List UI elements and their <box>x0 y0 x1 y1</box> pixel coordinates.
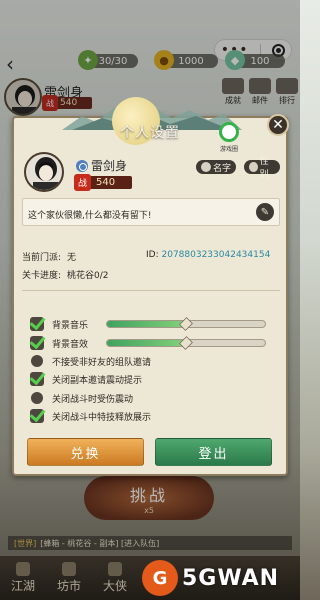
skill-display-checkbox[interactable] <box>30 409 44 423</box>
skill-display-label: 关闭战斗中特技释放展示 <box>52 412 152 423</box>
player-power-value: 540 <box>96 177 116 188</box>
sect-value: 无 <box>67 253 77 263</box>
hit-vibration-label: 关闭战斗时受伤震动 <box>52 394 134 405</box>
option-sfx[interactable]: 背景音效 <box>30 335 88 351</box>
sect-label: 当前门派: <box>22 253 62 263</box>
section-divider <box>22 290 280 291</box>
dungeon-invite-vibration-label: 关闭副本邀请震动提示 <box>52 375 143 386</box>
sect-info: 当前门派: 无 <box>22 250 76 263</box>
id-label: ID: <box>146 250 159 260</box>
reject-team-invites-label: 不接受非好友的组队邀请 <box>52 357 152 368</box>
bgm-volume-fill <box>107 321 186 327</box>
game-circle-button[interactable]: 游戏圈 <box>216 122 242 158</box>
player-power: 战 540 <box>74 174 132 191</box>
gender-label: 性别 <box>259 157 269 180</box>
player-name-row: 雷剑身 <box>76 157 127 174</box>
bgm-checkbox[interactable] <box>30 317 44 331</box>
game-circle-label: 游戏圈 <box>219 146 238 153</box>
player-name: 雷剑身 <box>91 159 128 173</box>
game-circle-icon <box>219 122 239 142</box>
option-skill-display[interactable]: 关闭战斗中特技释放展示 <box>30 408 151 424</box>
redeem-button[interactable]: 兑换 <box>27 438 144 466</box>
stage-label: 关卡进度: <box>22 271 62 281</box>
sfx-checkbox[interactable] <box>30 336 44 350</box>
bgm-label: 背景音乐 <box>52 320 89 331</box>
5gwan-logo-icon: G <box>142 560 178 596</box>
5gwan-watermark: G 5GWAN <box>142 556 300 600</box>
edit-pencil-icon[interactable]: ✎ <box>256 203 274 221</box>
option-reject-team-invites[interactable]: 不接受非好友的组队邀请 <box>30 353 151 369</box>
sfx-volume-slider[interactable] <box>106 336 266 350</box>
hit-vibration-toggle[interactable] <box>31 392 43 404</box>
rename-button[interactable]: 名字 <box>196 160 236 174</box>
rename-label: 名字 <box>213 163 232 174</box>
male-gender-icon <box>76 159 88 172</box>
signature-text: 这个家伙很懒,什么都没有留下! <box>28 211 152 221</box>
sfx-volume-fill <box>107 340 186 346</box>
id-value[interactable]: 2078803233042434154 <box>162 250 271 260</box>
stage-value: 桃花谷0/2 <box>67 271 109 281</box>
power-badge: 战 <box>74 174 91 191</box>
watermark-text: 5GWAN <box>182 565 280 591</box>
gender-button[interactable]: 性别 <box>244 157 280 180</box>
gender-swap-icon <box>249 162 258 172</box>
player-avatar[interactable] <box>24 152 64 192</box>
option-dungeon-invite-vibration[interactable]: 关闭副本邀请震动提示 <box>30 371 142 387</box>
rename-icon <box>201 162 211 172</box>
option-bgm[interactable]: 背景音乐 <box>30 316 88 332</box>
panel-title: 个人设置 <box>120 125 180 141</box>
option-hit-vibration[interactable]: 关闭战斗时受伤震动 <box>30 390 133 406</box>
logout-button[interactable]: 登出 <box>155 438 272 466</box>
sfx-label: 背景音效 <box>52 339 89 350</box>
reject-team-invites-toggle[interactable] <box>31 355 43 367</box>
close-icon[interactable]: ✕ <box>267 114 289 136</box>
stage-progress-info: 关卡进度: 桃花谷0/2 <box>22 268 109 281</box>
dungeon-invite-vibration-checkbox[interactable] <box>30 372 44 386</box>
bgm-volume-slider[interactable] <box>106 317 266 331</box>
player-id-info: ID: 2078803233042434154 <box>146 250 270 260</box>
